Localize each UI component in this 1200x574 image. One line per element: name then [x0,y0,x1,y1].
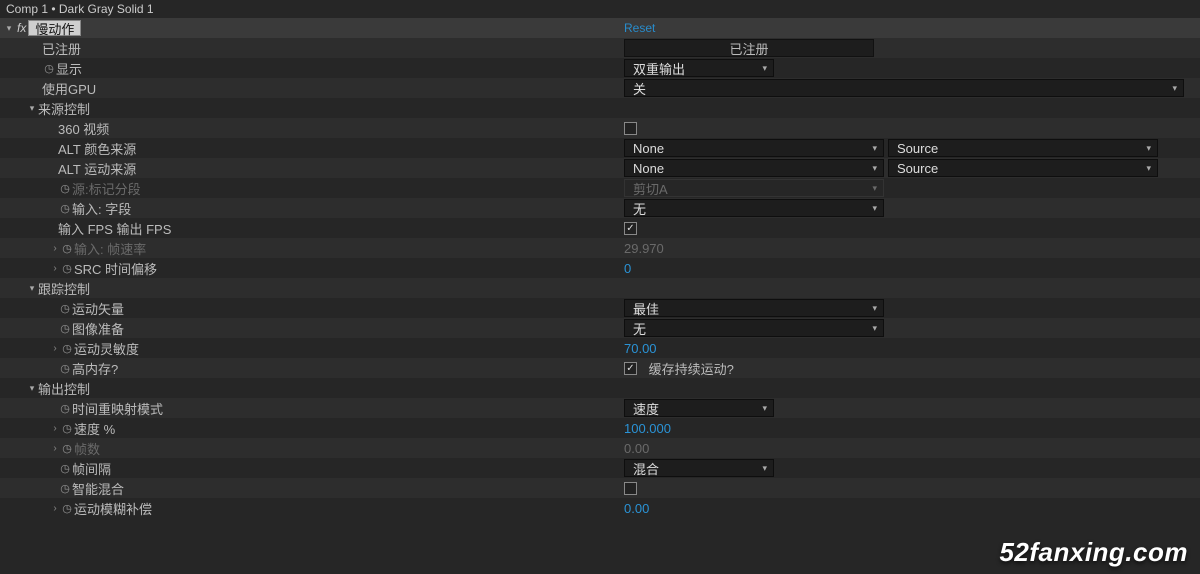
effect-name[interactable]: 慢动作 [28,20,81,36]
group-track-ctrl-label: 跟踪控制 [38,279,90,298]
chevron-down-icon: ▾ [762,63,767,74]
display-dropdown[interactable]: 双重输出▾ [624,59,774,77]
speed-value[interactable]: 100.000 [624,421,671,436]
prop-fpsio-label: 输入 FPS 输出 FPS [58,219,171,238]
himem-caption: 缓存持续运动? [649,359,734,378]
stopwatch-icon: ◷ [60,242,74,255]
prop-mb-comp-label: 运动模糊补偿 [74,499,152,518]
prop-alt-motion-label: ALT 运动来源 [58,159,136,178]
frame-gap-dropdown[interactable]: 混合▾ [624,459,774,477]
stopwatch-icon[interactable]: ◷ [58,202,72,215]
expand-arrow-icon[interactable]: › [50,343,60,354]
twirl-track-ctrl[interactable]: ▾ [26,283,38,294]
input-fps-value: 29.970 [624,241,664,256]
prop-gpu-label: 使用GPU [42,79,96,98]
prop-360video-label: 360 视频 [58,119,109,138]
expand-arrow-icon: › [50,243,60,254]
smart-blend-checkbox[interactable] [624,482,637,495]
alt-motion-source-dropdown[interactable]: Source▾ [888,159,1158,177]
tab-title: Comp 1 • Dark Gray Solid 1 [0,0,1200,18]
fpsio-checkbox[interactable]: ✓ [624,222,637,235]
gpu-dropdown[interactable]: 关▾ [624,79,1184,97]
stopwatch-icon[interactable]: ◷ [58,362,72,375]
prop-motion-vec-label: 运动矢量 [72,299,124,318]
stopwatch-icon[interactable]: ◷ [60,422,74,435]
prop-input-fps-label: 输入: 帧速率 [74,239,146,258]
himem-checkbox[interactable]: ✓ [624,362,637,375]
motion-vec-dropdown[interactable]: 最佳▾ [624,299,884,317]
alt-color-source-dropdown[interactable]: Source▾ [888,139,1158,157]
alt-motion-layer-dropdown[interactable]: None▾ [624,159,884,177]
watermark: 52fanxing.com [999,537,1188,568]
expand-arrow-icon: › [50,443,60,454]
chevron-down-icon: ▾ [872,203,877,214]
mb-comp-value[interactable]: 0.00 [624,501,649,516]
chevron-down-icon: ▾ [1146,163,1151,174]
chevron-down-icon: ▾ [762,403,767,414]
sensitivity-value[interactable]: 70.00 [624,341,657,356]
prop-speed-label: 速度 % [74,419,115,438]
stopwatch-icon: ◷ [60,442,74,455]
prop-frame-gap-label: 帧间隔 [72,459,111,478]
chevron-down-icon: ▾ [1172,83,1177,94]
prop-frames-label: 帧数 [74,439,100,458]
time-remap-dropdown[interactable]: 速度▾ [624,399,774,417]
twirl-output-ctrl[interactable]: ▾ [26,383,38,394]
chevron-down-icon: ▾ [872,183,877,194]
prop-src-offset-label: SRC 时间偏移 [74,259,157,278]
prop-time-remap-label: 时间重映射模式 [72,399,163,418]
registered-input[interactable]: 已注册 [624,39,874,57]
prop-registered-label: 已注册 [42,39,81,58]
input-field-dropdown[interactable]: 无▾ [624,199,884,217]
prop-sensitivity-label: 运动灵敏度 [74,339,139,358]
frames-value: 0.00 [624,441,649,456]
stopwatch-icon[interactable]: ◷ [58,302,72,315]
video360-checkbox[interactable] [624,122,637,135]
fx-badge-icon[interactable]: fx [15,21,28,35]
stopwatch-icon[interactable]: ◷ [58,402,72,415]
chevron-down-icon: ▾ [872,163,877,174]
stopwatch-icon[interactable]: ◷ [58,482,72,495]
prop-image-prep-label: 图像准备 [72,319,124,338]
image-prep-dropdown[interactable]: 无▾ [624,319,884,337]
stopwatch-icon[interactable]: ◷ [60,342,74,355]
group-source-ctrl-label: 来源控制 [38,99,90,118]
reset-link[interactable]: Reset [624,21,655,35]
stopwatch-icon[interactable]: ◷ [58,462,72,475]
chevron-down-icon: ▾ [872,303,877,314]
twirl-effect[interactable]: ▾ [3,23,15,34]
alt-color-layer-dropdown[interactable]: None▾ [624,139,884,157]
src-mark-dropdown: 剪切A▾ [624,179,884,197]
stopwatch-icon: ◷ [58,182,72,195]
stopwatch-icon[interactable]: ◷ [60,502,74,515]
prop-src-mark-label: 源:标记分段 [72,179,141,198]
stopwatch-icon[interactable]: ◷ [60,262,74,275]
prop-display-label: 显示 [56,59,82,78]
chevron-down-icon: ▾ [872,143,877,154]
chevron-down-icon: ▾ [1146,143,1151,154]
prop-input-field-label: 输入: 字段 [72,199,131,218]
prop-himem-label: 高内存? [72,359,118,378]
src-offset-value[interactable]: 0 [624,261,631,276]
chevron-down-icon: ▾ [762,463,767,474]
prop-alt-color-label: ALT 颜色来源 [58,139,136,158]
chevron-down-icon: ▾ [872,323,877,334]
expand-arrow-icon[interactable]: › [50,423,60,434]
prop-smart-blend-label: 智能混合 [72,479,124,498]
twirl-source-ctrl[interactable]: ▾ [26,103,38,114]
group-output-ctrl-label: 输出控制 [38,379,90,398]
stopwatch-icon[interactable]: ◷ [58,322,72,335]
expand-arrow-icon[interactable]: › [50,263,60,274]
stopwatch-icon[interactable]: ◷ [42,62,56,75]
expand-arrow-icon[interactable]: › [50,503,60,514]
effect-controls-panel: ▾ fx 慢动作 Reset 已注册 已注册 ◷显示 双重输出▾ 使用GPU 关… [0,18,1200,518]
